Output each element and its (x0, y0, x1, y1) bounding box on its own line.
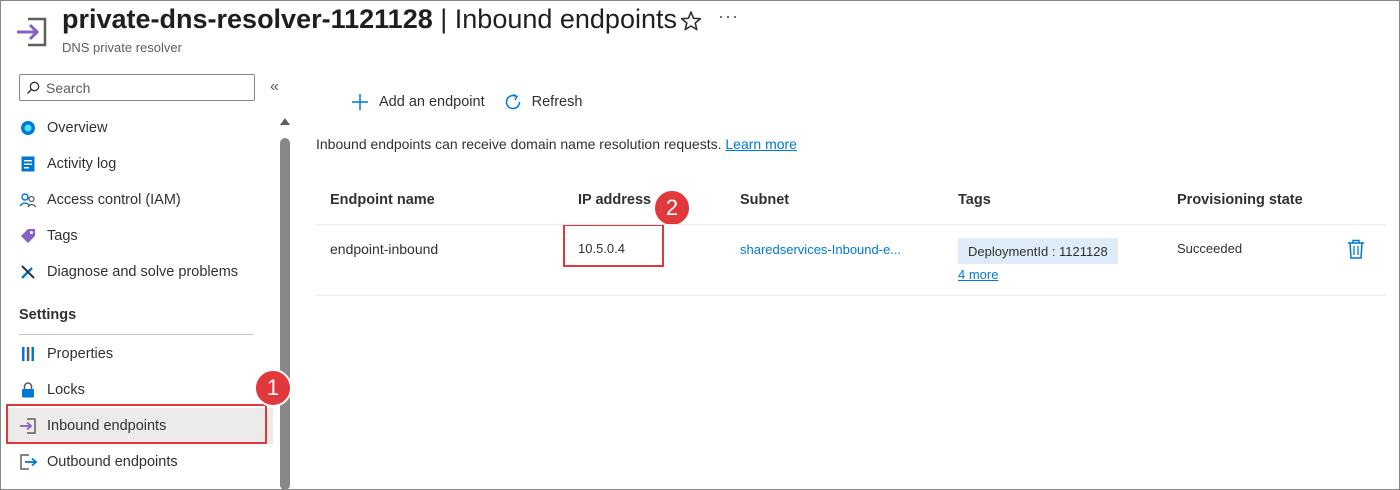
sidebar-item-label: Overview (47, 120, 108, 136)
sidebar-item-label: Diagnose and solve problems (47, 264, 239, 280)
resource-type: DNS private resolver (62, 40, 182, 55)
search-icon (27, 81, 40, 94)
column-header-endpoint-name[interactable]: Endpoint name (330, 192, 435, 208)
sidebar-item-label: Tags (47, 228, 78, 244)
refresh-icon (505, 93, 520, 110)
sidebar-scrollbar[interactable] (278, 112, 292, 490)
outbound-icon (19, 453, 37, 471)
more-tags-link[interactable]: 4 more (958, 267, 998, 282)
add-endpoint-label: Add an endpoint (379, 94, 485, 110)
refresh-button[interactable]: Refresh (503, 92, 583, 112)
settings-section-label: Settings (19, 307, 77, 323)
sidebar-item-overview[interactable]: Overview (7, 110, 273, 146)
info-text: Inbound endpoints can receive domain nam… (316, 136, 797, 152)
sidebar-item-label: Outbound endpoints (47, 454, 178, 470)
sidebar-item-diagnose[interactable]: Diagnose and solve problems (7, 254, 273, 290)
sidebar-item-tags[interactable]: Tags (7, 218, 273, 254)
learn-more-link[interactable]: Learn more (725, 136, 797, 152)
resource-name: private-dns-resolver-1121128 (62, 4, 433, 34)
callout-badge-1: 1 (254, 369, 292, 407)
command-bar: Add an endpoint Refresh (350, 92, 600, 112)
column-header-provisioning-state[interactable]: Provisioning state (1177, 192, 1303, 208)
provisioning-state-cell: Succeeded (1177, 241, 1243, 256)
page-title: private-dns-resolver-1121128 | Inbound e… (62, 4, 677, 35)
inbound-endpoint-resource-icon (17, 17, 47, 47)
tag-chip: DeploymentId : 1121128 (958, 238, 1118, 264)
sidebar-item-properties[interactable]: Properties (7, 336, 273, 372)
sidebar-item-label: Activity log (47, 156, 117, 172)
title-separator: | (440, 4, 448, 34)
sidebar-item-access-control[interactable]: Access control (IAM) (7, 182, 273, 218)
activity-log-icon (19, 155, 37, 173)
delete-trash-icon[interactable] (1347, 239, 1365, 259)
search-input[interactable] (46, 79, 246, 96)
collapse-sidebar-icon[interactable]: « (270, 78, 279, 96)
row-divider (316, 295, 1386, 296)
sidebar-search[interactable] (19, 74, 255, 101)
sidebar-item-label: Access control (IAM) (47, 192, 181, 208)
globe-icon (19, 119, 37, 137)
sidebar-item-label: Properties (47, 346, 114, 362)
more-actions-icon[interactable]: ··· (718, 6, 739, 27)
header-divider (316, 224, 1386, 225)
column-header-tags[interactable]: Tags (958, 192, 991, 208)
favorite-star-icon[interactable] (680, 10, 702, 32)
ip-address-cell: 10.5.0.4 (578, 241, 625, 256)
sidebar-item-label: Locks (47, 382, 85, 398)
scroll-thumb[interactable] (280, 138, 290, 490)
tag-icon (19, 227, 37, 245)
lock-icon (19, 381, 37, 399)
sidebar-item-outbound-endpoints[interactable]: Outbound endpoints (7, 444, 273, 480)
refresh-label: Refresh (531, 94, 583, 110)
people-icon (19, 191, 37, 209)
info-message: Inbound endpoints can receive domain nam… (316, 136, 722, 152)
callout-highlight-inbound (6, 404, 267, 444)
blade-name: Inbound endpoints (454, 4, 677, 34)
callout-badge-2: 2 (653, 189, 691, 227)
column-header-ip-address[interactable]: IP address (578, 192, 651, 208)
sidebar-item-locks[interactable]: Locks (7, 372, 273, 408)
properties-icon (19, 345, 37, 363)
add-endpoint-button[interactable]: Add an endpoint (350, 92, 485, 112)
scroll-up-arrow-icon[interactable] (280, 118, 290, 125)
column-header-subnet[interactable]: Subnet (740, 192, 789, 208)
subnet-link[interactable]: sharedservices-Inbound-e... (740, 242, 901, 257)
settings-divider (19, 334, 254, 335)
sidebar-item-activity-log[interactable]: Activity log (7, 146, 273, 182)
wrench-icon (19, 263, 37, 281)
plus-icon (352, 94, 368, 110)
endpoint-name-cell: endpoint-inbound (330, 241, 439, 257)
